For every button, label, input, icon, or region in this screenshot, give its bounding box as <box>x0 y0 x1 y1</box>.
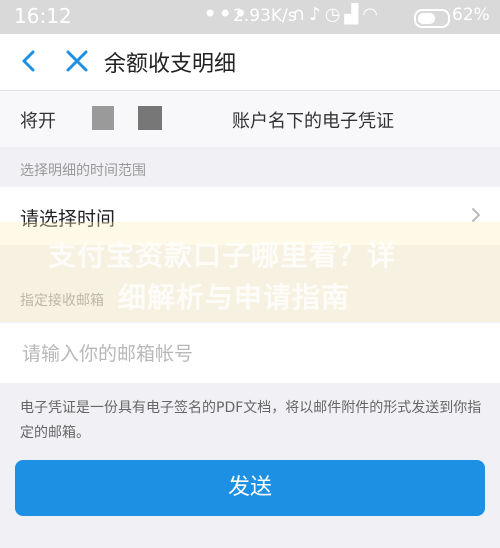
signal-icon: ▟ <box>344 4 363 25</box>
status-time: 16:12 <box>14 4 72 28</box>
send-button[interactable]: 发送 <box>15 460 485 516</box>
watermark-text-line1: 支付宝资款口子哪里看？详 <box>48 239 397 272</box>
alarm-icon: ◷ <box>324 4 345 25</box>
battery-icon <box>414 9 450 28</box>
time-range-label: 选择明细的时间范围 <box>20 163 146 179</box>
email-input[interactable] <box>20 337 484 371</box>
mute-icon: ♪ <box>309 4 325 25</box>
status-icons: ∩♪◷▟◠ <box>292 4 382 25</box>
account-info-prefix: 将开 <box>20 111 56 132</box>
voucher-hint: 电子凭证是一份具有电子签名的PDF文档，将以邮件附件的形式发送到你指定的邮箱。 <box>20 400 482 441</box>
network-speed: 2.93K/s <box>233 6 297 26</box>
page-title: 余额收支明细 <box>104 52 237 77</box>
email-row <box>0 323 500 383</box>
redaction-block <box>138 106 162 130</box>
account-info-row: 将开 账户名下的电子凭证 <box>0 91 500 147</box>
account-info-suffix: 账户名下的电子凭证 <box>232 111 394 132</box>
battery-percent: 62% <box>452 5 490 25</box>
status-bar: 16:12 ••• 2.93K/s ∩♪◷▟◠ 62% <box>0 0 500 34</box>
back-arrow-icon[interactable] <box>14 44 44 78</box>
navigation-bar: 余额收支明细 <box>0 34 500 91</box>
wifi-icon: ◠ <box>362 4 382 25</box>
headset-icon: ∩ <box>292 4 310 25</box>
watermark-text-line2: 细解析与申请指南 <box>118 281 351 314</box>
redaction-block <box>92 106 114 130</box>
battery-fill <box>418 13 435 24</box>
close-icon[interactable] <box>62 46 92 76</box>
